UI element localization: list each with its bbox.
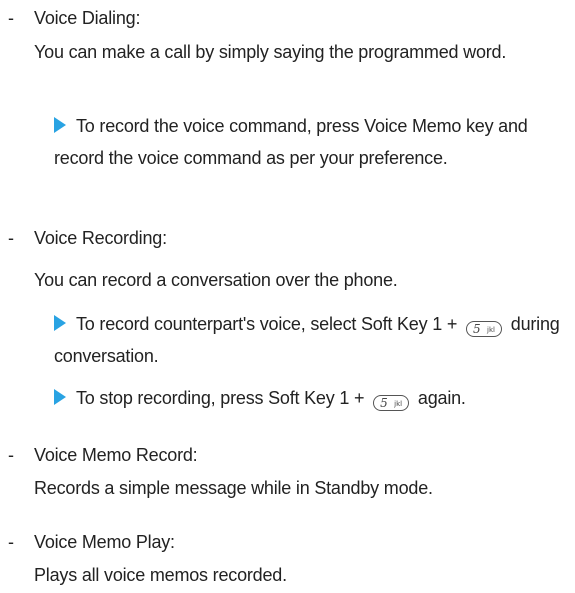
arrow-right-icon: [54, 315, 66, 331]
heading-text: Voice Recording:: [34, 228, 167, 248]
description-voice-dialing: You can make a call by simply saying the…: [34, 42, 507, 62]
step-record-counterpart: To record counterpart's voice, select So…: [54, 308, 562, 372]
dash: -: [8, 228, 14, 248]
key-5-jkl-icon: 5 jkl: [373, 395, 410, 411]
arrow-right-icon: [54, 117, 66, 133]
step-stop-recording: To stop recording, press Soft Key 1 + 5j…: [54, 382, 562, 414]
heading-text: Voice Memo Play:: [34, 532, 175, 552]
section-heading-voice-memo-play: - Voice Memo Play:: [8, 530, 175, 554]
section-heading-voice-memo-record: - Voice Memo Record:: [8, 443, 198, 467]
dash: -: [8, 445, 14, 465]
dash: -: [8, 532, 14, 552]
key-5-jkl-icon: 5 jkl: [465, 321, 502, 337]
key-letters: jkl: [487, 326, 495, 334]
section-heading-voice-recording: - Voice Recording:: [8, 226, 167, 250]
step-text-before: To stop recording, press Soft Key 1 +: [76, 388, 365, 408]
section-heading-voice-dialing: - Voice Dialing:: [8, 6, 140, 30]
step-text-after: again.: [417, 388, 466, 408]
arrow-right-icon: [54, 389, 66, 405]
step-text-before: To record counterpart's voice, select So…: [76, 314, 458, 334]
heading-text: Voice Dialing:: [34, 8, 141, 28]
step-text: To record the voice command, press Voice…: [54, 116, 528, 168]
description-voice-memo-record: Records a simple message while in Standb…: [34, 478, 433, 498]
description-voice-memo-play: Plays all voice memos recorded.: [34, 565, 287, 585]
description-voice-recording: You can record a conversation over the p…: [34, 270, 398, 290]
dash: -: [8, 8, 14, 28]
key-letters: jkl: [394, 400, 403, 408]
key-digit: 5: [472, 322, 481, 336]
heading-text: Voice Memo Record:: [34, 445, 198, 465]
manual-page: - Voice Dialing: You can make a call by s…: [0, 0, 575, 593]
key-digit: 5: [380, 396, 388, 410]
step-record-voice-command: To record the voice command, press Voice…: [54, 110, 562, 174]
